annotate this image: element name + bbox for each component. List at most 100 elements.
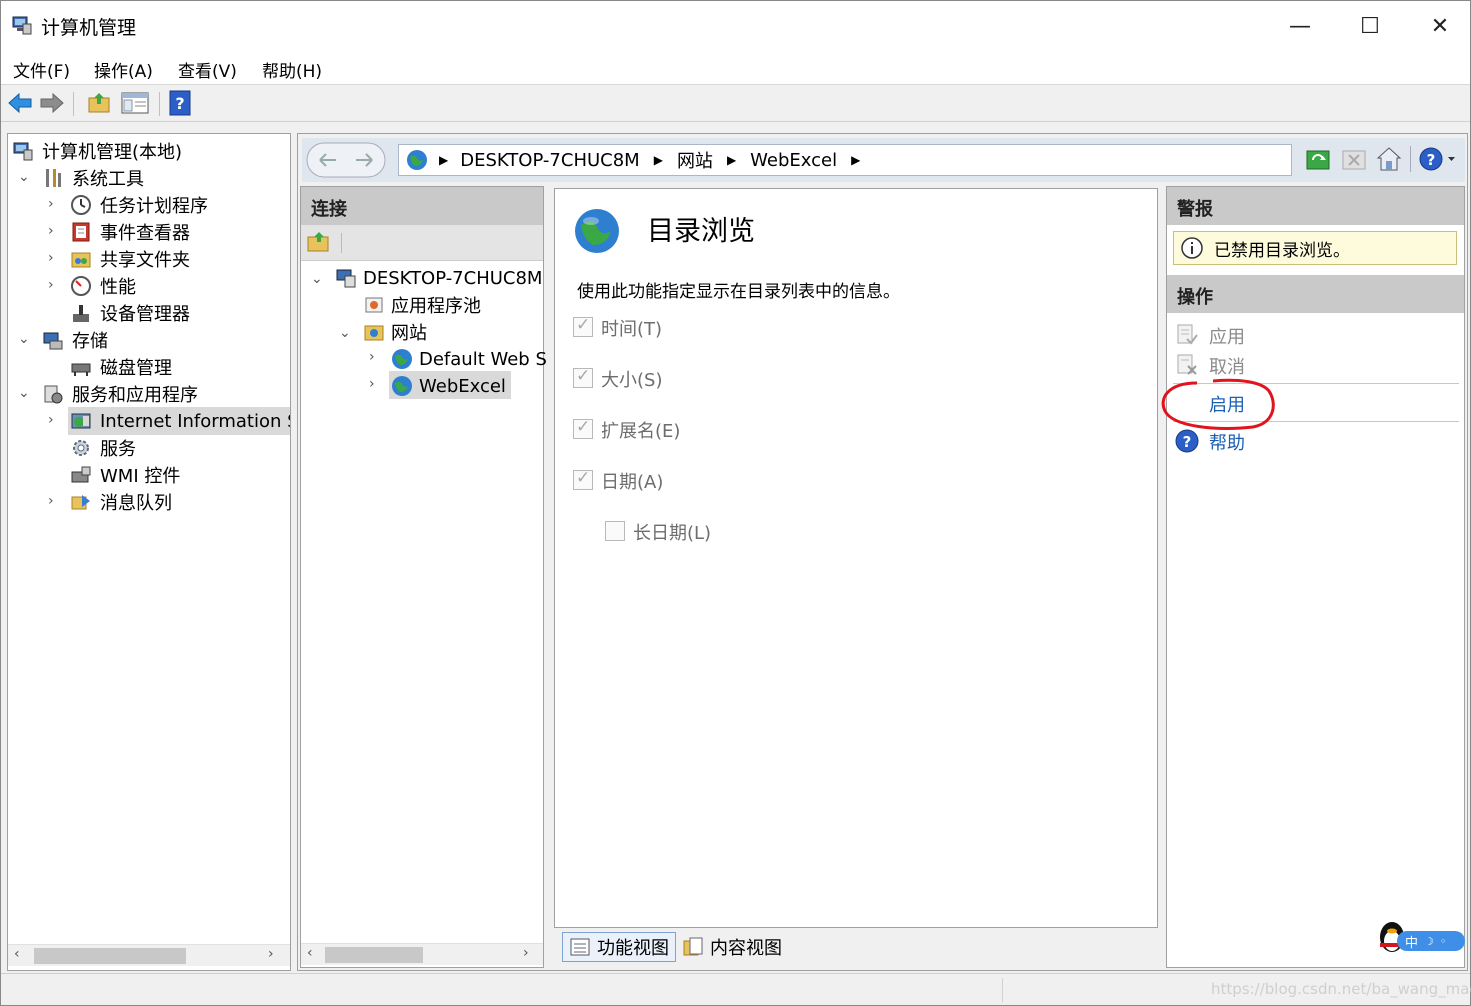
breadcrumb-site[interactable]: WebExcel (750, 150, 837, 171)
close-button[interactable]: ✕ (1405, 1, 1471, 51)
tab-features-view[interactable]: 功能视图 (562, 932, 676, 962)
tree-item-system-tools[interactable]: 系统工具 (42, 165, 144, 191)
scrollbar-thumb[interactable] (325, 947, 423, 963)
show-hide-console-tree-icon[interactable] (121, 91, 149, 115)
tab-content-view[interactable]: 内容视图 (676, 932, 788, 962)
tree-item-root[interactable]: 计算机管理(本地) (12, 138, 182, 164)
tools-icon (46, 169, 61, 187)
tree-item-device-manager[interactable]: 设备管理器 (70, 300, 190, 326)
scrollbar-thumb[interactable] (34, 948, 186, 964)
connect-icon[interactable] (307, 231, 331, 253)
folder-up-icon[interactable] (87, 91, 111, 115)
toolbar-separator (73, 92, 74, 116)
expand-chevron-icon[interactable]: › (48, 223, 54, 239)
scroll-left-arrow-icon[interactable]: ‹ (14, 946, 20, 962)
conn-item-default-site[interactable]: Default Web S (391, 346, 547, 372)
tree-item-storage[interactable]: 存储 (42, 327, 108, 353)
breadcrumb-sites[interactable]: 网站 (677, 147, 713, 173)
expand-chevron-icon[interactable]: › (48, 412, 54, 428)
expand-chevron-icon[interactable]: › (48, 196, 54, 212)
scroll-right-arrow-icon[interactable]: › (268, 946, 274, 962)
menu-help[interactable]: 帮助(H) (262, 57, 322, 82)
help-dropdown-icon[interactable]: ? (1418, 146, 1458, 172)
help-book-icon[interactable]: ? (169, 90, 191, 116)
connections-pane: 连接 ⌄ DESKTOP-7CHUC8M 应用程序池 ⌄ 网站 › Defaul… (300, 186, 547, 968)
tree-item-wmi-control[interactable]: WMI 控件 (70, 462, 180, 488)
collapse-chevron-icon[interactable]: ⌄ (18, 385, 30, 401)
date-checkbox-label: 日期(A) (601, 472, 664, 493)
tree-item-services[interactable]: 服务 (70, 435, 136, 461)
tree-item-task-scheduler[interactable]: 任务计划程序 (70, 192, 208, 218)
alert-text: 已禁用目录浏览。 (1214, 240, 1350, 261)
size-checkbox[interactable] (573, 366, 593, 388)
conn-item-webexcel[interactable]: WebExcel (391, 373, 506, 399)
home-icon[interactable] (1376, 146, 1402, 172)
tree-item-label: WMI 控件 (100, 466, 181, 487)
maximize-button[interactable]: ☐ (1335, 1, 1405, 51)
svg-text:?: ? (1427, 151, 1436, 169)
tree-item-shared-folders[interactable]: 共享文件夹 (70, 246, 190, 272)
stop-icon[interactable] (1342, 148, 1366, 172)
conn-item-label: 网站 (391, 323, 427, 344)
conn-item-sites[interactable]: 网站 (363, 319, 427, 345)
menu-view[interactable]: 查看(V) (178, 57, 237, 82)
conn-item-server[interactable]: DESKTOP-7CHUC8M (335, 265, 542, 291)
conn-item-app-pools[interactable]: 应用程序池 (363, 292, 481, 318)
ime-bar[interactable]: 中 ☽ ◦ (1397, 931, 1465, 951)
globe-icon (392, 376, 412, 396)
forward-arrow-icon[interactable] (39, 92, 65, 114)
cancel-action[interactable]: 取消 (1209, 353, 1245, 379)
sites-folder-icon (364, 325, 384, 341)
back-arrow-icon[interactable] (7, 92, 33, 114)
horizontal-scrollbar[interactable]: ‹ › (8, 944, 290, 966)
services-apps-icon (44, 385, 63, 404)
breadcrumb-arrow-icon: ▶ (653, 153, 663, 167)
tree-item-disk-management[interactable]: 磁盘管理 (70, 354, 172, 380)
refresh-icon[interactable] (1306, 148, 1330, 172)
tree-item-event-viewer[interactable]: 事件查看器 (70, 219, 190, 245)
tree-item-message-queue[interactable]: 消息队列 (70, 489, 172, 515)
menu-action[interactable]: 操作(A) (94, 57, 153, 82)
horizontal-scrollbar[interactable]: ‹ › (301, 943, 543, 965)
tree-item-services-and-apps[interactable]: 服务和应用程序 (42, 381, 198, 407)
scroll-right-arrow-icon[interactable]: › (523, 945, 529, 961)
ime-settings-icon: ◦ (1439, 934, 1447, 948)
menu-file[interactable]: 文件(F) (13, 57, 70, 82)
extension-checkbox[interactable] (573, 417, 593, 439)
minimize-button[interactable]: — (1265, 1, 1335, 51)
event-viewer-icon (72, 222, 90, 242)
collapse-chevron-icon[interactable]: ⌄ (339, 325, 351, 341)
scroll-left-arrow-icon[interactable]: ‹ (307, 945, 313, 961)
ime-widget[interactable]: 中 ☽ ◦ (1375, 917, 1465, 957)
disk-icon (71, 363, 91, 376)
address-bar-area: ▶ DESKTOP-7CHUC8M ▶ 网站 ▶ WebExcel ▶ ? (302, 138, 1465, 182)
apply-action[interactable]: 应用 (1209, 323, 1245, 349)
collapse-chevron-icon[interactable]: ⌄ (18, 331, 30, 347)
toolbar-separator (341, 233, 342, 253)
date-checkbox[interactable] (573, 468, 593, 490)
back-forward-buttons[interactable] (306, 142, 386, 178)
expand-chevron-icon[interactable]: › (369, 376, 375, 392)
breadcrumb-server[interactable]: DESKTOP-7CHUC8M (460, 150, 639, 171)
ime-language-indicator: 中 (1405, 935, 1419, 951)
actions-pane: 警报 已禁用目录浏览。 操作 应用 取消 启用 ? 帮助 中 ☽ ◦ (1161, 186, 1465, 968)
long-date-checkbox-label: 长日期(L) (633, 523, 712, 544)
svg-text:?: ? (1183, 433, 1192, 451)
long-date-checkbox[interactable] (605, 521, 625, 541)
tree-item-performance[interactable]: 性能 (70, 273, 136, 299)
collapse-chevron-icon[interactable]: ⌄ (18, 169, 30, 185)
address-breadcrumb[interactable]: ▶ DESKTOP-7CHUC8M ▶ 网站 ▶ WebExcel ▶ (398, 144, 1292, 176)
time-checkbox[interactable] (573, 315, 593, 337)
tab-label: 内容视图 (710, 938, 782, 959)
toolbar-separator (1410, 146, 1411, 172)
expand-chevron-icon[interactable]: › (48, 493, 54, 509)
expand-chevron-icon[interactable]: › (48, 277, 54, 293)
menu-bar: 文件(F) 操作(A) 查看(V) 帮助(H) (1, 51, 1470, 85)
conn-item-label: WebExcel (419, 375, 506, 397)
tree-item-iis[interactable]: Internet Information Se (70, 408, 290, 434)
expand-chevron-icon[interactable]: › (48, 250, 54, 266)
console-tree: 计算机管理(本地) ⌄ 系统工具 › 任务计划程序 › 事件查看器 › 共享文件… (7, 133, 291, 971)
expand-chevron-icon[interactable]: › (369, 349, 375, 365)
connections-header: 连接 (301, 187, 543, 225)
collapse-chevron-icon[interactable]: ⌄ (311, 271, 323, 287)
